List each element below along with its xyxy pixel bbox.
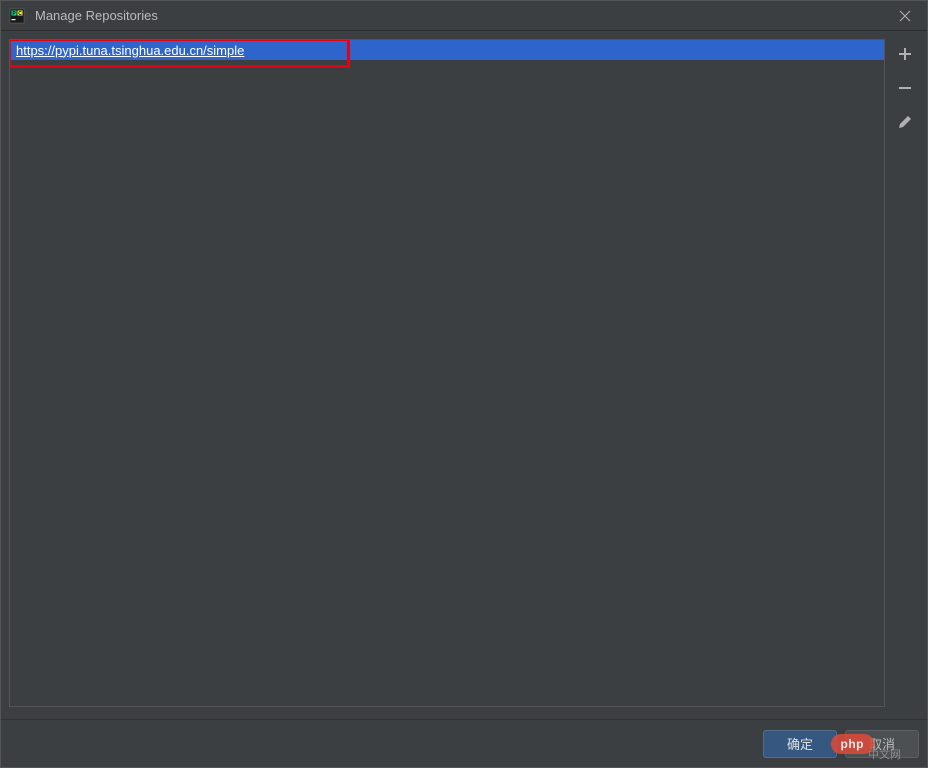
add-button[interactable] [894, 43, 916, 65]
dialog-buttons: php 中文网 确定 取消 [1, 719, 927, 767]
close-button[interactable] [891, 2, 919, 30]
manage-repositories-dialog: P C Manage Repositories https://pypi.tun… [0, 0, 928, 768]
repository-list[interactable]: https://pypi.tuna.tsinghua.edu.cn/simple [9, 39, 885, 707]
window-title: Manage Repositories [35, 8, 891, 23]
repository-url-link[interactable]: https://pypi.tuna.tsinghua.edu.cn/simple [16, 43, 244, 58]
repository-list-item[interactable]: https://pypi.tuna.tsinghua.edu.cn/simple [10, 40, 884, 60]
main-area: https://pypi.tuna.tsinghua.edu.cn/simple [9, 39, 919, 707]
list-toolbar [891, 39, 919, 707]
svg-text:C: C [18, 11, 22, 17]
content-area: https://pypi.tuna.tsinghua.edu.cn/simple [1, 31, 927, 719]
cancel-button[interactable]: 取消 [845, 730, 919, 758]
remove-button[interactable] [894, 77, 916, 99]
plus-icon [897, 46, 913, 62]
edit-button[interactable] [894, 111, 916, 133]
titlebar: P C Manage Repositories [1, 1, 927, 31]
pycharm-app-icon: P C [9, 8, 25, 24]
ok-button[interactable]: 确定 [763, 730, 837, 758]
minus-icon [897, 80, 913, 96]
pencil-icon [897, 114, 913, 130]
